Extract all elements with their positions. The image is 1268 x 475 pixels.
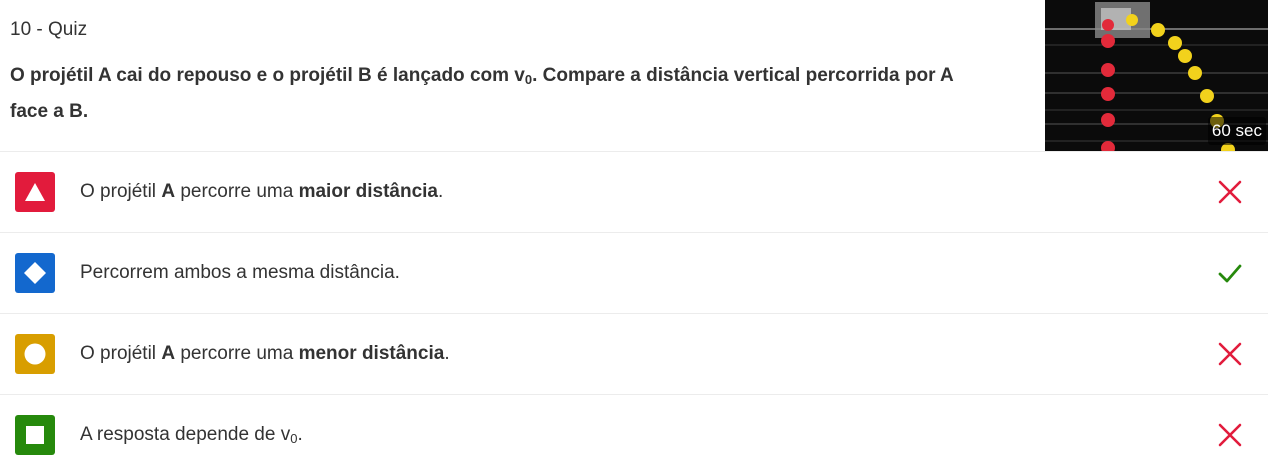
- timer-badge: 60 sec: [1207, 117, 1266, 145]
- answer-text-bold: menor distância: [298, 343, 445, 364]
- answer-option-1[interactable]: O projétil A percorre uma maior distânci…: [0, 152, 1268, 233]
- answer-text-bold: maior distância: [298, 181, 438, 202]
- answer-text-bold: A: [161, 181, 176, 202]
- diamond-icon: [24, 262, 46, 284]
- answer-option-3[interactable]: O projétil A percorre uma menor distânci…: [0, 314, 1268, 395]
- answer-text-part: percorre uma: [175, 343, 299, 364]
- answer-text-bold: A: [161, 343, 176, 364]
- answer-shape-badge: [15, 253, 55, 293]
- square-icon: [26, 426, 44, 444]
- question-media-thumbnail[interactable]: 60 sec: [1045, 0, 1268, 151]
- answer-text-part: O projétil: [80, 181, 162, 202]
- answer-text-part: percorre uma: [175, 181, 299, 202]
- triangle-icon: [25, 183, 45, 201]
- answer-text-part: O projétil: [80, 343, 162, 364]
- circle-icon: [24, 343, 46, 365]
- incorrect-cross-icon: [1218, 342, 1242, 366]
- answer-text: Percorrem ambos a mesma distância.: [80, 262, 400, 284]
- answer-text-part: .: [444, 343, 450, 364]
- correct-check-icon: [1218, 264, 1242, 283]
- incorrect-cross-icon: [1218, 423, 1242, 447]
- answer-text-part: .: [297, 424, 303, 445]
- question-text-start: O projétil A cai do repouso e o projétil…: [10, 65, 525, 86]
- answer-text: O projétil A percorre uma maior distânci…: [80, 181, 443, 203]
- incorrect-cross-icon: [1218, 180, 1242, 204]
- answer-text: A resposta depende de v0.: [80, 424, 303, 446]
- answer-text: O projétil A percorre uma menor distânci…: [80, 343, 450, 365]
- answer-shape-badge: [15, 172, 55, 212]
- quiz-number-label: 10 - Quiz: [10, 19, 88, 40]
- question-text: O projétil A cai do repouso e o projétil…: [10, 60, 970, 128]
- answer-text-part: A resposta depende de v: [80, 424, 291, 445]
- answer-shape-badge: [15, 334, 55, 374]
- answers-list: O projétil A percorre uma maior distânci…: [0, 152, 1268, 475]
- question-subscript: 0: [524, 72, 533, 87]
- answer-text-part: .: [437, 181, 444, 202]
- answer-shape-badge: [15, 415, 55, 455]
- answer-text-part: Percorrem ambos a mesma distância.: [80, 262, 400, 283]
- answer-option-4[interactable]: A resposta depende de v0.: [0, 395, 1268, 475]
- question-header: 10 - Quiz O projétil A cai do repouso e …: [0, 0, 1268, 152]
- answer-option-2[interactable]: Percorrem ambos a mesma distância.: [0, 233, 1268, 314]
